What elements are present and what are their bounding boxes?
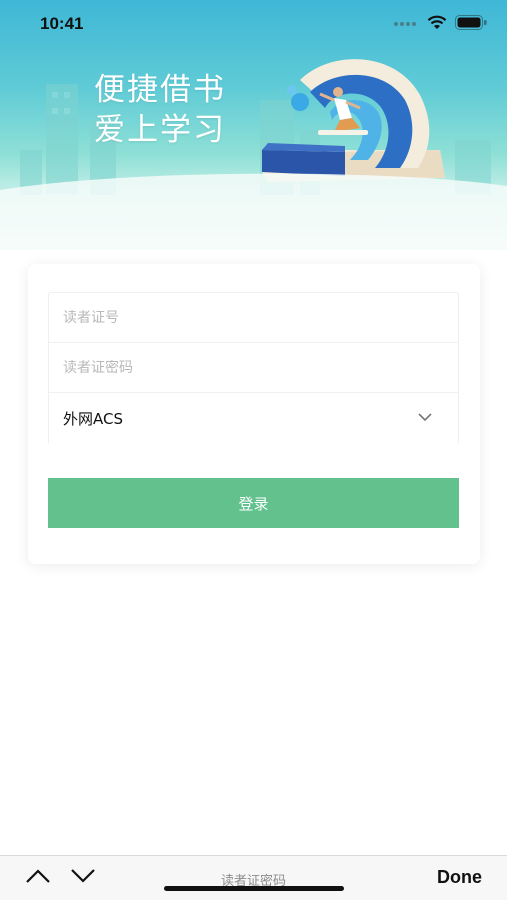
home-indicator <box>164 886 344 891</box>
banner-slogan: 便捷借书 爱上学习 <box>94 70 226 150</box>
card-number-input[interactable] <box>63 309 419 326</box>
done-button[interactable]: Done <box>437 867 482 888</box>
network-select-value: 外网ACS <box>63 409 123 428</box>
login-card: 外网ACS 登录 <box>28 264 480 564</box>
password-input[interactable] <box>63 359 419 376</box>
status-bar: 10:41 <box>0 0 507 50</box>
login-screen: 10:41 便捷借书 爱上学习 读者证号 外网ACS 登录 读者证密码 Done <box>0 0 507 900</box>
password-row <box>49 343 458 393</box>
network-select[interactable]: 外网ACS <box>49 393 458 443</box>
card-number-row <box>49 293 458 343</box>
wifi-icon <box>427 15 447 29</box>
battery-icon <box>455 15 487 30</box>
login-button[interactable]: 登录 <box>48 478 459 528</box>
signal-icon <box>394 21 416 26</box>
keyboard-accessory-bar: 读者证密码 Done <box>0 855 507 900</box>
slogan-line-1: 便捷借书 <box>94 72 226 108</box>
slogan-line-2: 爱上学习 <box>94 112 226 148</box>
status-icons <box>393 15 487 30</box>
status-time: 10:41 <box>40 14 84 33</box>
login-form: 外网ACS <box>48 292 459 443</box>
chevron-down-icon <box>418 413 432 422</box>
